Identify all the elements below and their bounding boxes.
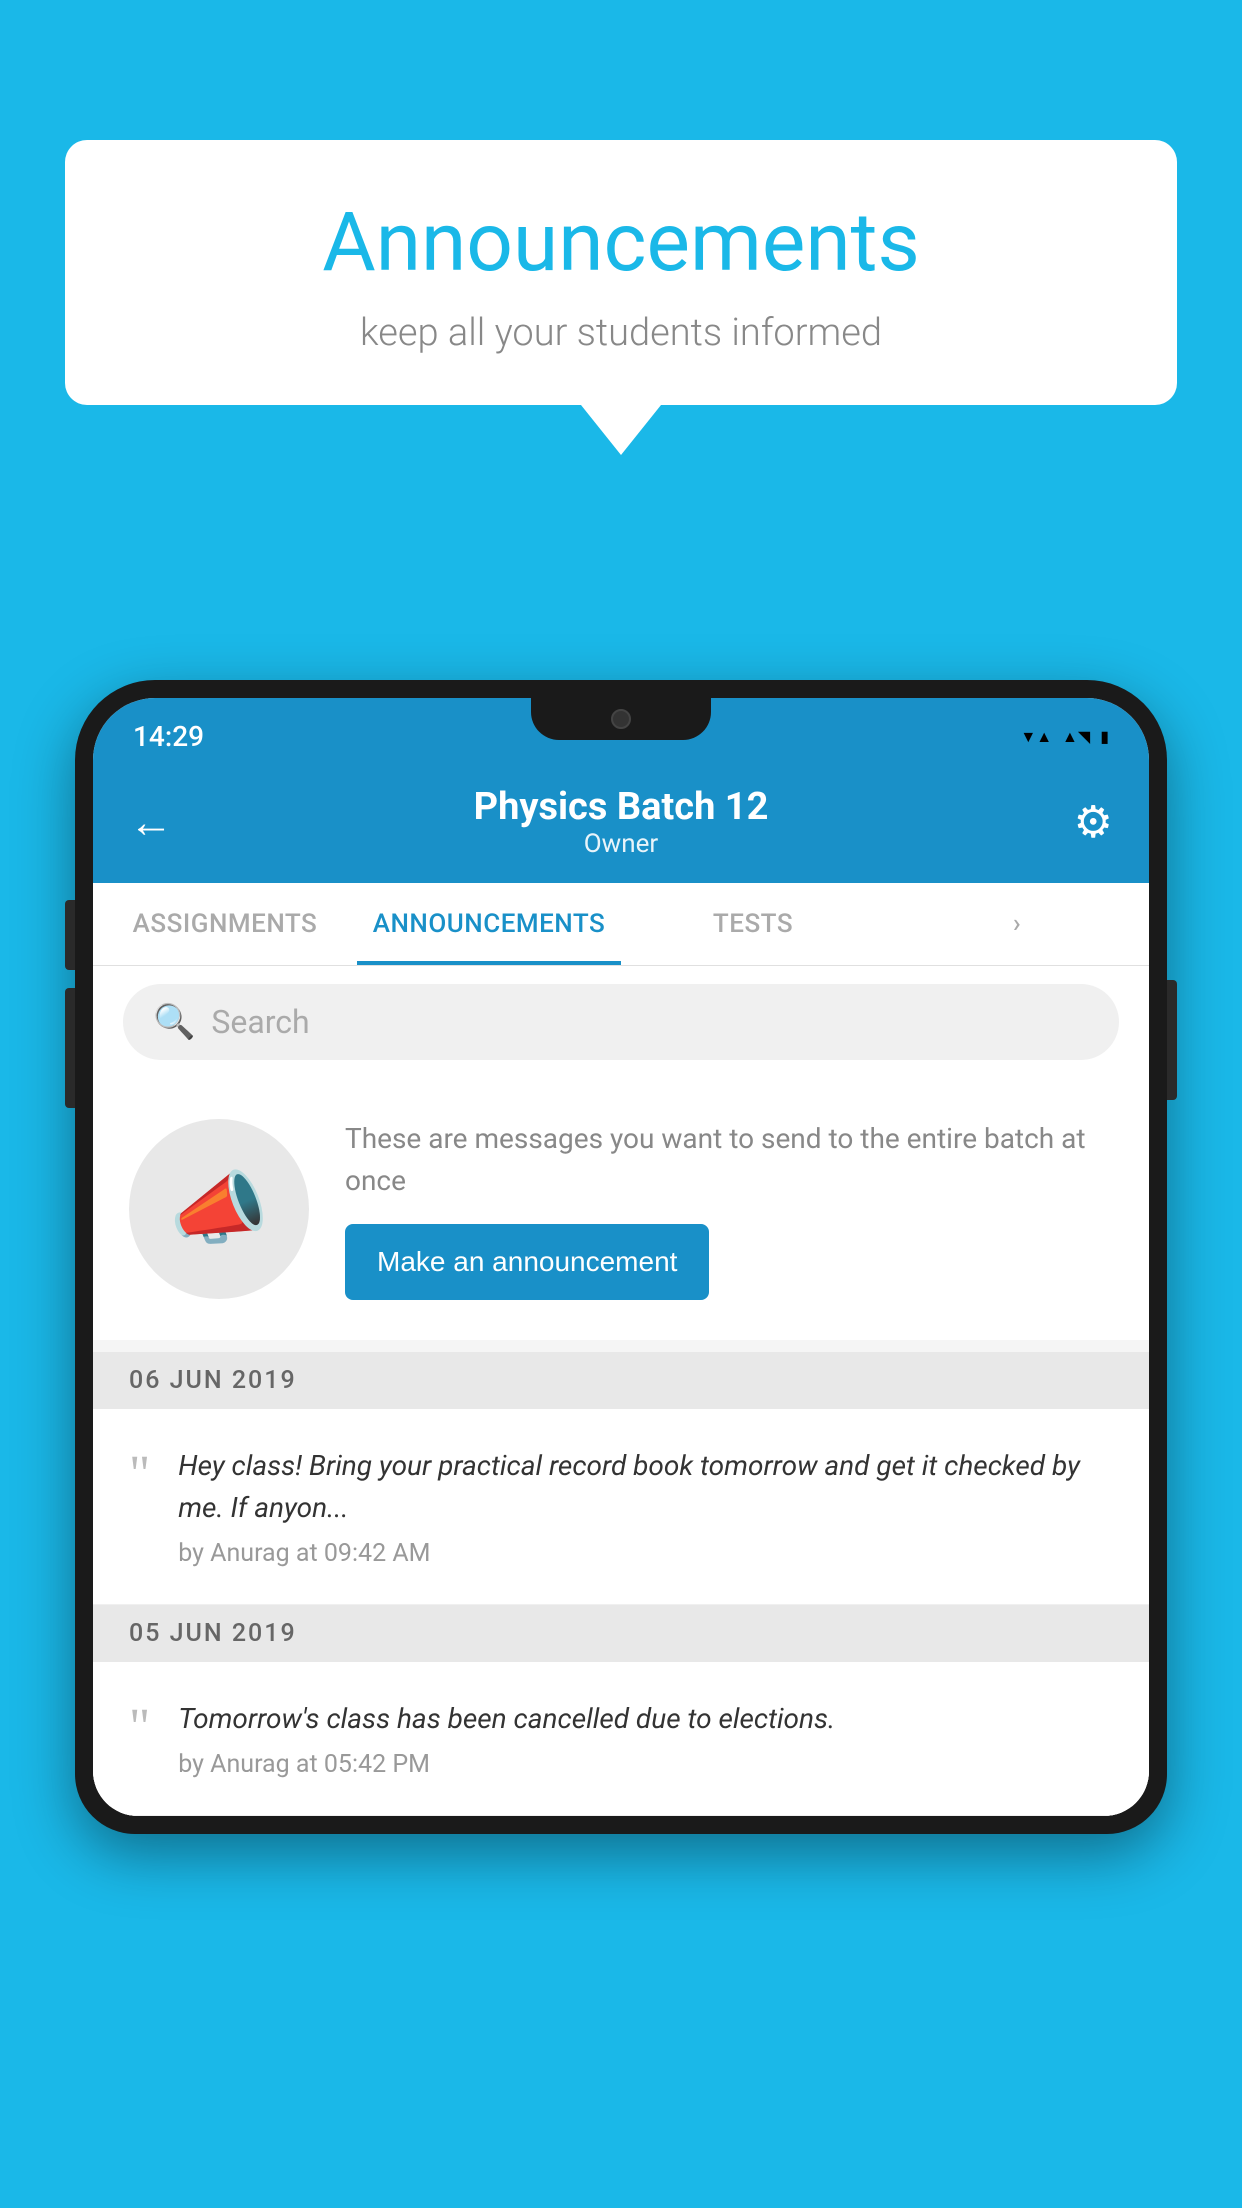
announcement-item-2[interactable]: " Tomorrow's class has been cancelled du… [93, 1662, 1149, 1816]
status-icons: ▼▲ ▲◥ ▮ [1020, 727, 1109, 747]
batch-subtitle: Owner [189, 829, 1053, 859]
announcement-text-2: Tomorrow's class has been cancelled due … [178, 1698, 1113, 1740]
app-bar-center: Physics Batch 12 Owner [189, 785, 1053, 859]
tab-more[interactable]: › [885, 883, 1149, 965]
announcement-item-1[interactable]: " Hey class! Bring your practical record… [93, 1409, 1149, 1605]
wifi-icon: ▼▲ [1020, 727, 1052, 747]
announcement-content-1: Hey class! Bring your practical record b… [178, 1445, 1113, 1568]
quote-icon-2: " [129, 1702, 150, 1754]
announcement-text-1: Hey class! Bring your practical record b… [178, 1445, 1113, 1529]
tab-tests[interactable]: TESTS [621, 883, 885, 965]
announcement-content-2: Tomorrow's class has been cancelled due … [178, 1698, 1113, 1779]
power-button[interactable] [1167, 980, 1177, 1100]
announcement-author-1: by Anurag at 09:42 AM [178, 1539, 1113, 1568]
quote-icon-1: " [129, 1449, 150, 1501]
search-bar[interactable]: 🔍 Search [123, 984, 1119, 1060]
phone-body: 14:29 ▼▲ ▲◥ ▮ ← Physics Batch 12 Owner ⚙… [75, 680, 1167, 1834]
announcement-author-2: by Anurag at 05:42 PM [178, 1750, 1113, 1779]
speech-bubble-arrow [581, 405, 661, 455]
volume-up-button[interactable] [65, 900, 75, 970]
speech-bubble-card: Announcements keep all your students inf… [65, 140, 1177, 405]
phone-right-buttons [1167, 980, 1177, 1100]
search-icon: 🔍 [153, 1002, 195, 1042]
signal-icon: ▲◥ [1062, 727, 1090, 747]
speech-bubble-section: Announcements keep all your students inf… [65, 140, 1177, 455]
announcement-empty-right: These are messages you want to send to t… [345, 1118, 1113, 1300]
battery-icon: ▮ [1100, 727, 1109, 746]
status-time: 14:29 [133, 720, 204, 753]
back-button[interactable]: ← [129, 796, 189, 848]
announcement-empty-state: 📣 These are messages you want to send to… [93, 1078, 1149, 1340]
speech-bubble-subtitle: keep all your students informed [125, 311, 1117, 355]
date-separator-1: 06 JUN 2019 [93, 1352, 1149, 1409]
tab-assignments[interactable]: ASSIGNMENTS [93, 883, 357, 965]
settings-button[interactable]: ⚙ [1053, 796, 1113, 848]
tab-announcements[interactable]: ANNOUNCEMENTS [357, 883, 621, 965]
content-area: 🔍 Search 📣 These are messages you want t… [93, 966, 1149, 1816]
megaphone-icon: 📣 [169, 1162, 269, 1256]
tabs-bar: ASSIGNMENTS ANNOUNCEMENTS TESTS › [93, 883, 1149, 966]
date-separator-2: 05 JUN 2019 [93, 1605, 1149, 1662]
announcement-empty-description: These are messages you want to send to t… [345, 1118, 1113, 1202]
phone-notch [531, 698, 711, 740]
phone-screen: 14:29 ▼▲ ▲◥ ▮ ← Physics Batch 12 Owner ⚙… [93, 698, 1149, 1816]
phone-camera [611, 709, 631, 729]
search-placeholder: Search [211, 1003, 309, 1041]
phone-left-buttons [65, 900, 75, 1108]
search-bar-container: 🔍 Search [93, 966, 1149, 1078]
app-bar: ← Physics Batch 12 Owner ⚙ [93, 765, 1149, 883]
phone-container: 14:29 ▼▲ ▲◥ ▮ ← Physics Batch 12 Owner ⚙… [75, 680, 1167, 2208]
make-announcement-button[interactable]: Make an announcement [345, 1224, 709, 1300]
batch-title: Physics Batch 12 [189, 785, 1053, 829]
volume-down-button[interactable] [65, 988, 75, 1108]
speech-bubble-title: Announcements [125, 195, 1117, 291]
announcement-icon-circle: 📣 [129, 1119, 309, 1299]
